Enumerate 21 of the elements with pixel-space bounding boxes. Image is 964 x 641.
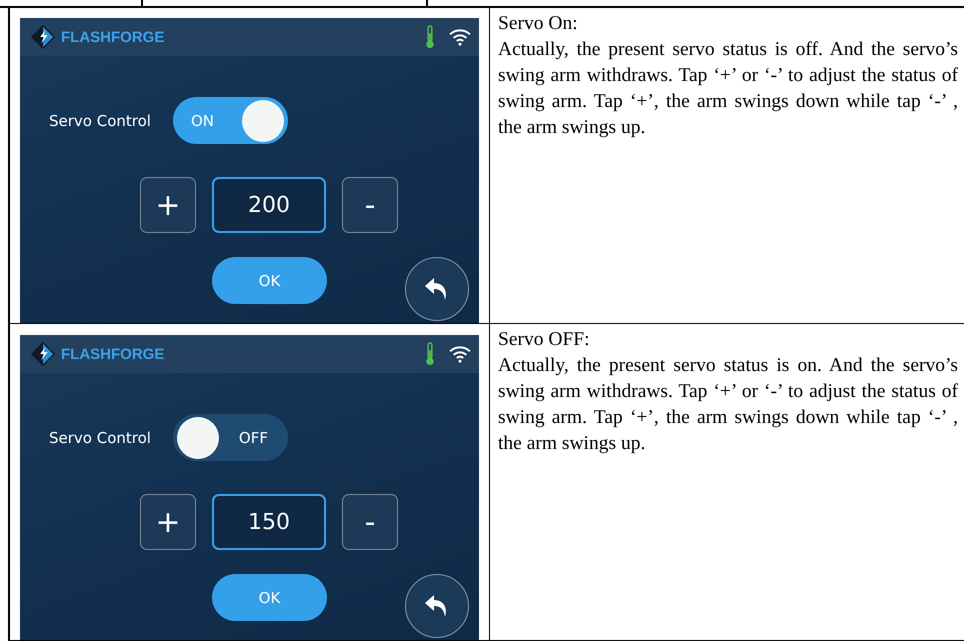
minus-button[interactable]: - — [342, 177, 398, 233]
minus-button[interactable]: - — [342, 494, 398, 550]
thermometer-icon — [425, 342, 435, 366]
logo-icon — [30, 341, 56, 367]
logo-icon — [30, 24, 56, 50]
plus-button[interactable]: + — [140, 177, 196, 233]
brand-name: FLASHFORGE — [61, 28, 164, 46]
section-heading: Servo On: — [498, 12, 579, 36]
servo-control-label: Servo Control — [49, 112, 151, 130]
servo-control-label: Servo Control — [49, 428, 151, 446]
description-text: Actually, the present servo status is off. And the servo’s swing arm withdraws. Tap ‘+’ or ‘-’ to adjust the status of swing arm. Tap ‘+’, the arm swings down while tap ‘-’ , the arm swings up. — [498, 38, 958, 140]
value-field[interactable]: 150 — [212, 494, 326, 550]
plus-button[interactable]: + — [140, 494, 196, 550]
wifi-icon — [449, 345, 471, 363]
value-field[interactable]: 200 — [212, 177, 326, 233]
wifi-icon — [449, 28, 471, 46]
thermometer-icon — [425, 25, 435, 49]
description-text: Actually, the present servo status is on. And the servo’s swing arm withdraws. Tap ‘+’ or ‘-’ to adjust the status of swing arm. Tap ‘+’, the arm swings down while tap ‘-’ , the arm swings up. — [498, 354, 958, 456]
servo-toggle[interactable]: OFF — [172, 414, 288, 461]
section-heading: Servo OFF: — [498, 328, 591, 352]
brand-name: FLASHFORGE — [61, 346, 164, 362]
